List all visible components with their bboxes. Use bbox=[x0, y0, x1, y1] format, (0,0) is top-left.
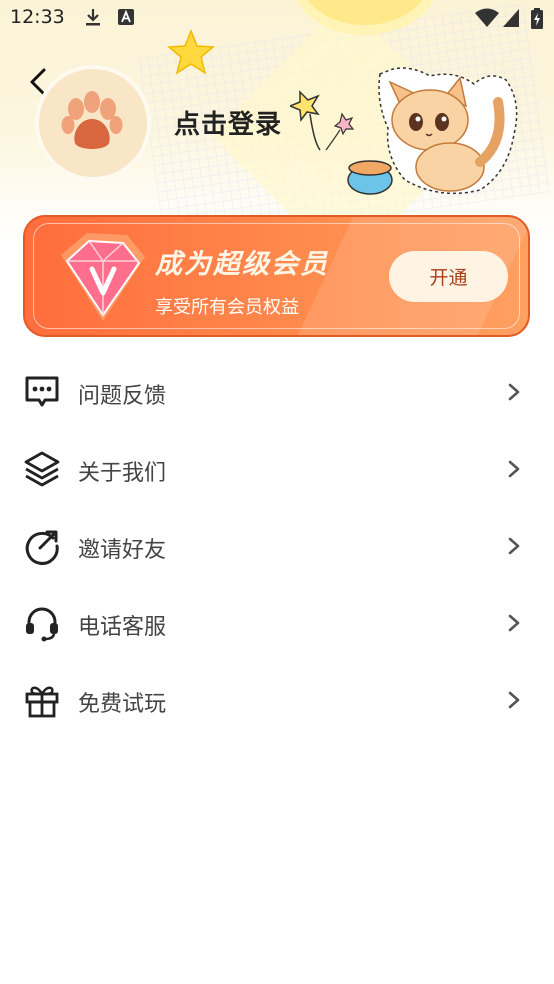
chevron-right-icon bbox=[508, 537, 520, 555]
chevron-right-icon bbox=[508, 691, 520, 709]
chevron-right-icon bbox=[508, 383, 520, 401]
open-vip-button[interactable]: 开通 bbox=[389, 251, 508, 302]
menu-item-invite[interactable]: 邀请好友 bbox=[0, 508, 554, 585]
vip-membership-banner[interactable]: 成为超级会员 享受所有会员权益 开通 bbox=[23, 215, 530, 337]
gift-icon bbox=[25, 686, 59, 718]
menu-item-feedback[interactable]: 问题反馈 bbox=[0, 354, 554, 431]
menu-label-invite: 邀请好友 bbox=[78, 538, 167, 563]
vip-subtitle: 享受所有会员权益 bbox=[155, 297, 299, 318]
status-bar: 12:33 bbox=[0, 0, 554, 38]
signal-icon bbox=[503, 9, 519, 27]
menu-item-phone-service[interactable]: 电话客服 bbox=[0, 585, 554, 662]
menu-label-free-trial: 免费试玩 bbox=[78, 692, 167, 717]
settings-menu: 问题反馈 关于我们 邀请好友 电话客服 免费试玩 bbox=[0, 354, 554, 739]
download-icon bbox=[86, 9, 100, 26]
cat-illustration bbox=[290, 67, 518, 195]
status-time: 12:33 bbox=[10, 6, 65, 28]
vip-title: 成为超级会员 bbox=[155, 249, 329, 280]
wifi-icon bbox=[475, 8, 499, 27]
layers-icon bbox=[24, 451, 60, 487]
chevron-right-icon bbox=[508, 460, 520, 478]
chevron-right-icon bbox=[508, 614, 520, 632]
headset-icon bbox=[26, 607, 58, 642]
menu-label-phone-service: 电话客服 bbox=[78, 615, 167, 640]
login-prompt[interactable]: 点击登录 bbox=[174, 104, 282, 141]
menu-item-free-trial[interactable]: 免费试玩 bbox=[0, 662, 554, 739]
menu-item-about[interactable]: 关于我们 bbox=[0, 431, 554, 508]
menu-label-feedback: 问题反馈 bbox=[78, 384, 167, 409]
menu-label-about: 关于我们 bbox=[78, 461, 167, 486]
paw-icon bbox=[61, 91, 123, 149]
diamond-v-icon bbox=[61, 233, 145, 321]
avatar[interactable] bbox=[35, 65, 151, 181]
battery-charging-icon bbox=[531, 8, 543, 29]
share-arrow-icon bbox=[25, 530, 59, 565]
feedback-icon bbox=[25, 376, 59, 407]
app-notification-icon bbox=[118, 9, 134, 25]
